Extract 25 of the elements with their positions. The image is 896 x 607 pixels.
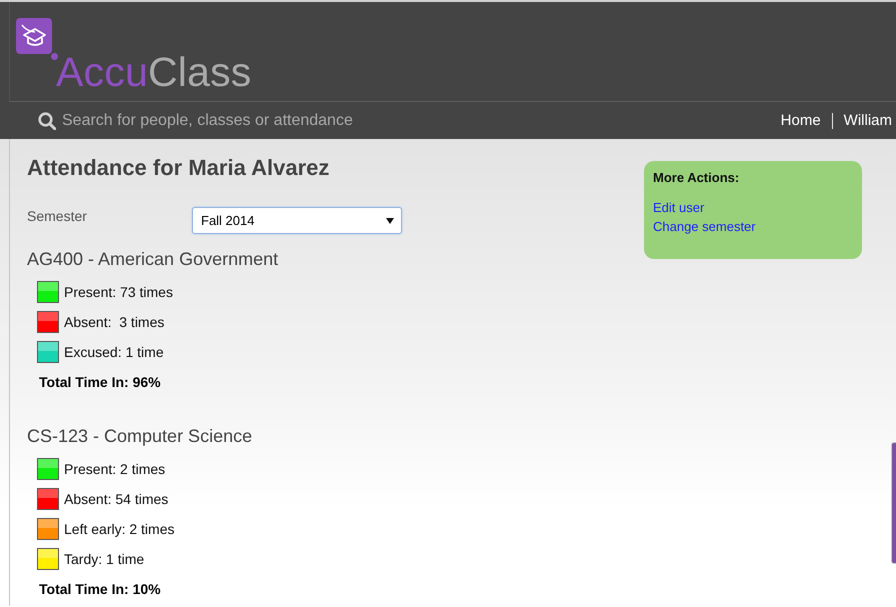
semester-label: Semester: [27, 208, 87, 224]
logo-icon: [16, 18, 58, 60]
attendance-count: Absent: 3 times: [64, 314, 164, 330]
attendance-count: Excused: 1 time: [64, 344, 164, 360]
total-time-text: Total Time In: 96%: [39, 373, 161, 391]
course-title: CS-123 - Computer Science: [27, 425, 252, 447]
more-actions-title: More Actions:: [653, 170, 740, 186]
page-title: Attendance for Maria Alvarez: [27, 155, 330, 181]
action-link[interactable]: Edit user: [653, 198, 704, 217]
attendance-count: Tardy: 1 time: [64, 551, 144, 567]
nav-link[interactable]: William: [844, 112, 892, 129]
action-link[interactable]: Change semester: [653, 217, 756, 236]
caret-icon: [386, 218, 394, 224]
search-icon: [38, 112, 56, 130]
attendance-count: Present: 2 times: [64, 461, 166, 477]
course-title: AG400 - American Government: [27, 248, 278, 270]
attendance-count: Left early: 2 times: [64, 521, 174, 537]
search-field[interactable]: Search for people, classes or attendance: [62, 110, 392, 130]
side-tab[interactable]: [891, 442, 896, 564]
logo-text: AccuClass: [56, 52, 252, 93]
attendance-count: Present: 73 times: [64, 284, 173, 300]
nav-link[interactable]: Home: [780, 112, 821, 129]
semester-select[interactable]: Fall 2014: [192, 207, 402, 234]
attendance-count: Absent: 54 times: [64, 491, 168, 507]
total-time-text: Total Time In: 10%: [39, 580, 161, 598]
